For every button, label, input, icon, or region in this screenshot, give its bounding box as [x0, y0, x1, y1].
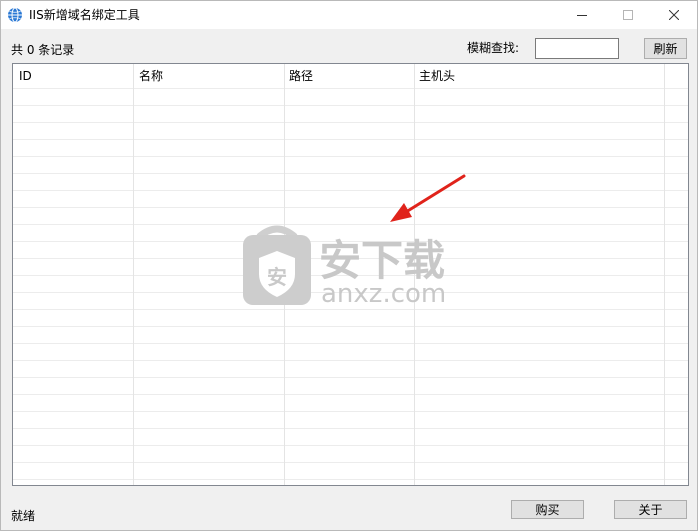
- status-text: 就绪: [11, 509, 36, 523]
- buy-button[interactable]: 购买: [511, 500, 584, 519]
- about-button[interactable]: 关于: [614, 500, 687, 519]
- annotation-arrow: [390, 174, 466, 222]
- app-window: IIS新增域名绑定工具 共 0 条记录 模糊查找: 刷新 ID 名称 路径 主机…: [0, 0, 698, 531]
